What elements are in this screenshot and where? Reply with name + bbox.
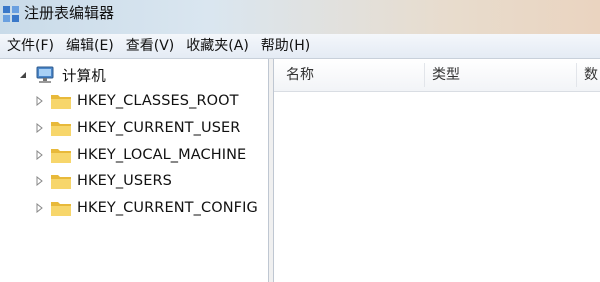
tree-pane[interactable]: 计算机 HKEY_CLASSES_ROOT HKEY_CURRENT_USER … [0,59,269,282]
collapse-triangle-icon[interactable] [18,70,28,80]
expand-arrow-icon[interactable] [34,176,44,186]
values-list-pane[interactable]: 名称 类型 数 [274,59,600,282]
menu-edit[interactable]: 编辑(E) [60,34,120,58]
column-header-type[interactable]: 类型 [432,59,460,91]
column-header-name[interactable]: 名称 [286,59,314,91]
tree-root-computer[interactable]: 计算机 [18,62,106,88]
folder-icon [51,202,71,216]
tree-item-hkey-current-config[interactable]: HKEY_CURRENT_CONFIG [34,195,258,221]
tree-item-hkey-classes-root[interactable]: HKEY_CLASSES_ROOT [34,88,239,114]
tree-item-hkey-local-machine[interactable]: HKEY_LOCAL_MACHINE [34,142,246,168]
menu-view[interactable]: 查看(V) [120,34,181,58]
tree-item-hkey-users[interactable]: HKEY_USERS [34,168,172,194]
tree-node-label: HKEY_CURRENT_USER [77,120,241,136]
window-title: 注册表编辑器 [24,4,115,22]
menu-help[interactable]: 帮助(H) [255,34,316,58]
column-header-bar: 名称 类型 数 [274,59,600,92]
computer-icon [36,66,54,83]
title-bar: 注册表编辑器 [0,0,600,34]
folder-icon [51,95,71,109]
expand-arrow-icon[interactable] [34,203,44,213]
tree-node-label: HKEY_CURRENT_CONFIG [77,200,258,216]
tree-item-hkey-current-user[interactable]: HKEY_CURRENT_USER [34,115,240,141]
menu-bar: 文件(F) 编辑(E) 查看(V) 收藏夹(A) 帮助(H) [0,34,600,59]
tree-node-label: 计算机 [62,68,106,85]
expand-arrow-icon[interactable] [34,123,44,133]
tree-node-label: HKEY_CLASSES_ROOT [77,93,239,109]
expand-arrow-icon[interactable] [34,96,44,106]
column-divider[interactable] [576,63,577,87]
column-divider[interactable] [424,63,425,87]
folder-icon [51,175,71,189]
registry-editor-icon [3,6,19,22]
tree-node-label: HKEY_USERS [77,173,172,189]
menu-favorites[interactable]: 收藏夹(A) [180,34,255,58]
column-header-data[interactable]: 数 [584,59,598,91]
tree-node-label: HKEY_LOCAL_MACHINE [77,147,247,163]
menu-file[interactable]: 文件(F) [0,34,60,58]
expand-arrow-icon[interactable] [34,150,44,160]
folder-icon [51,149,71,163]
folder-icon [51,122,71,136]
